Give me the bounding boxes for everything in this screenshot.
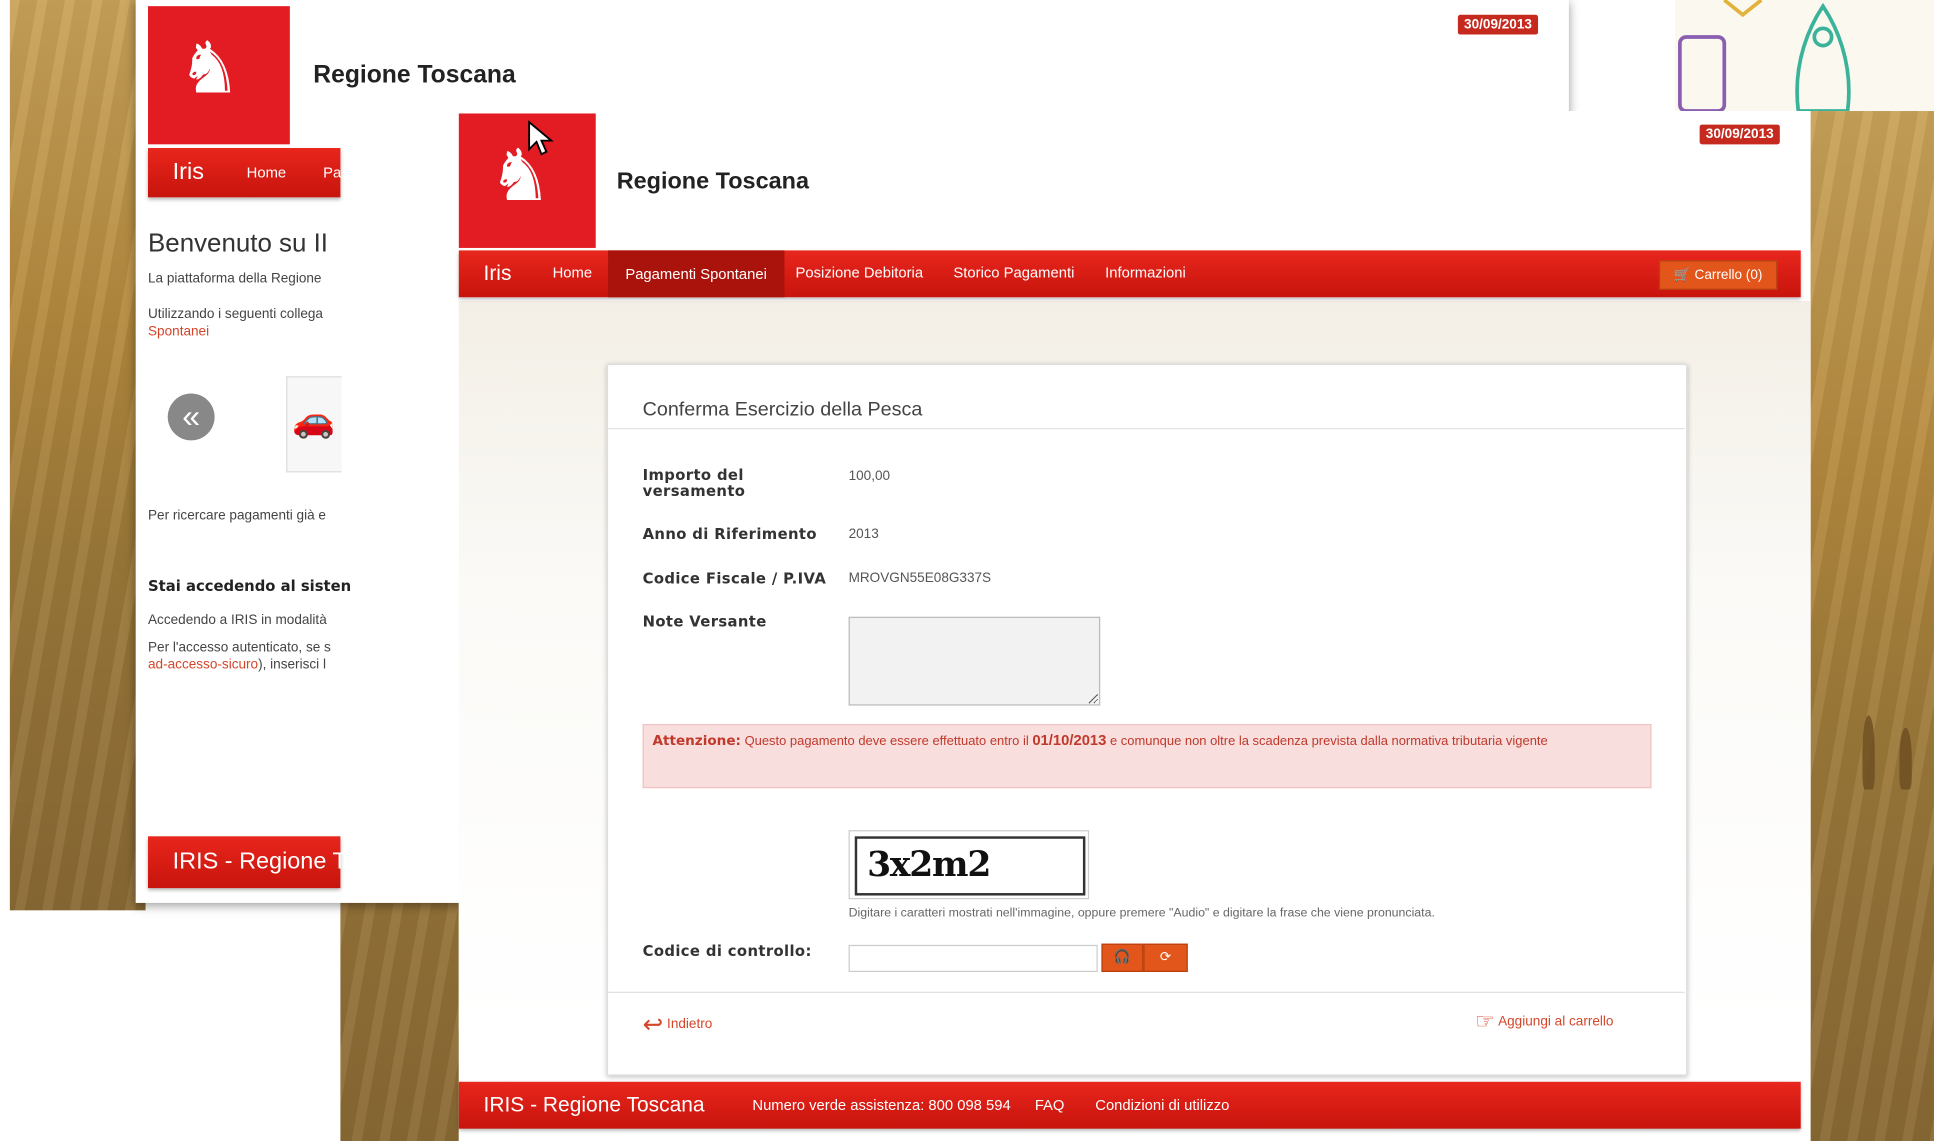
add-to-cart-label: Aggiungi al carrello <box>1498 1014 1614 1030</box>
back-access-2: Per l'accesso autenticato, se s <box>148 640 331 655</box>
back-intro-2: Utilizzando i seguenti collega <box>148 307 323 322</box>
codice-fiscale-label: Codice Fiscale / P.IVA <box>642 569 827 588</box>
note-textarea[interactable] <box>848 616 1101 706</box>
note-label: Note Versante <box>642 613 767 631</box>
back-brand-name: Regione Toscana <box>313 61 516 89</box>
rocket-doodle-icon <box>1678 0 1851 113</box>
footer-bar: IRIS - Regione Toscana Numero verde assi… <box>458 1081 1801 1129</box>
audio-captcha-button[interactable]: 🎧 <box>1101 943 1144 972</box>
footer-divider <box>608 991 1685 993</box>
back-access-1: Accedendo a IRIS in modalità <box>148 613 327 628</box>
back-nav-partial[interactable]: Pa <box>323 164 341 181</box>
back-access-3: ), inserisci l <box>258 657 326 673</box>
back-label: Indietro <box>667 1016 713 1032</box>
footer-title: IRIS - Regione Toscana <box>483 1092 705 1117</box>
refresh-icon: ⟳ <box>1159 949 1172 965</box>
footer-faq-link[interactable]: FAQ <box>1035 1097 1065 1114</box>
importo-label-line1: Importo del <box>642 466 744 484</box>
mouse-cursor-icon <box>528 120 554 156</box>
refresh-captcha-button[interactable]: ⟳ <box>1143 943 1188 972</box>
back-access-link[interactable]: ad-accesso-sicuro <box>148 657 258 672</box>
back-search-text: Per ricercare pagamenti già e <box>148 508 326 524</box>
add-to-cart-button[interactable]: ☞ Aggiungi al carrello <box>1475 1009 1613 1035</box>
anno-label: Anno di Riferimento <box>642 525 817 543</box>
headphones-icon: 🎧 <box>1113 949 1131 965</box>
warning-alert: Attenzione: Questo pagamento deve essere… <box>642 724 1652 789</box>
back-access-title: Stai accedendo al sisten <box>148 577 352 595</box>
importo-label: Importo del versamento <box>643 467 746 499</box>
back-welcome-title: Benvenuto su II <box>148 229 329 258</box>
captcha-image: 3x2m2 <box>848 830 1090 900</box>
double-chevron-left-icon: « <box>182 397 201 435</box>
captcha-text: 3x2m2 <box>867 843 991 885</box>
codice-fiscale-value: MROVGN55E08G337S <box>848 571 992 586</box>
back-button[interactable]: ↩ Indietro <box>643 1009 713 1040</box>
cart-button[interactable]: 🛒 Carrello (0) <box>1658 260 1778 290</box>
back-footer-title: IRIS - Regione T <box>172 848 347 875</box>
hand-pointer-icon: ☞ <box>1475 1009 1496 1034</box>
anno-value: 2013 <box>848 526 879 542</box>
back-logo: ♞ <box>148 6 290 145</box>
nav-brand[interactable]: Iris <box>483 262 511 287</box>
reply-arrow-icon: ↩ <box>642 1011 664 1039</box>
screen: 30/09/2013 ♞ Regione Toscana Iris Home P… <box>0 0 1934 1141</box>
nav-home[interactable]: Home <box>553 264 592 281</box>
back-footer: IRIS - Regione T <box>148 836 347 889</box>
nav-pagamenti-spontanei[interactable]: Pagamenti Spontanei <box>608 250 785 298</box>
control-code-input[interactable] <box>848 944 1098 972</box>
background-landscape-right <box>1808 111 1934 1141</box>
back-access-line: ad-accesso-sicuro), inserisci l <box>148 657 326 672</box>
back-nav-home[interactable]: Home <box>234 164 298 181</box>
brand-name: Regione Toscana <box>616 168 809 195</box>
navbar: Iris Home Pagamenti Spontanei Posizione … <box>458 250 1801 298</box>
alert-date: 01/10/2013 <box>1032 731 1107 749</box>
nav-posizione-debitoria[interactable]: Posizione Debitoria <box>796 264 924 281</box>
control-code-label: Codice di controllo: <box>642 942 812 960</box>
footer-conditions-link[interactable]: Condizioni di utilizzo <box>1095 1097 1229 1114</box>
nav-informazioni[interactable]: Informazioni <box>1105 264 1186 281</box>
nav-storico-pagamenti[interactable]: Storico Pagamenti <box>953 264 1074 281</box>
footer-phone: Numero verde assistenza: 800 098 594 <box>752 1096 1011 1114</box>
tree-decoration <box>1899 727 1912 790</box>
alert-text-2: e comunque non oltre la scadenza previst… <box>1106 733 1548 749</box>
back-intro-1: La piattaforma della Regione <box>148 271 322 287</box>
date-badge: 30/09/2013 <box>1457 14 1539 35</box>
back-car-tile[interactable]: 🚗 <box>286 376 342 473</box>
form-title: Conferma Esercizio della Pesca <box>642 399 923 421</box>
alert-text: Questo pagamento deve essere effettuato … <box>740 733 1033 749</box>
importo-value: 100,00 <box>848 468 891 484</box>
car-icon: 🚗 <box>292 400 336 440</box>
background-landscape-left <box>9 0 146 911</box>
alert-strong: Attenzione: <box>652 732 741 749</box>
tree-decoration <box>1862 715 1875 790</box>
title-divider <box>608 428 1685 430</box>
importo-label-line2: versamento <box>642 482 746 500</box>
back-navbar: Iris Home Pa <box>148 148 341 198</box>
date-badge: 30/09/2013 <box>1699 124 1780 145</box>
pegasus-icon: ♞ <box>177 28 242 109</box>
back-intro-link[interactable]: Spontanei <box>148 324 209 339</box>
back-nav-app[interactable]: Iris <box>173 159 204 186</box>
cart-icon: 🛒 <box>1673 267 1691 283</box>
doodle-illustration <box>1674 0 1934 113</box>
cart-label: Carrello (0) <box>1694 267 1763 283</box>
back-prev-button[interactable]: « <box>167 393 215 441</box>
captcha-hint: Digitare i caratteri mostrati nell'immag… <box>848 906 1435 921</box>
